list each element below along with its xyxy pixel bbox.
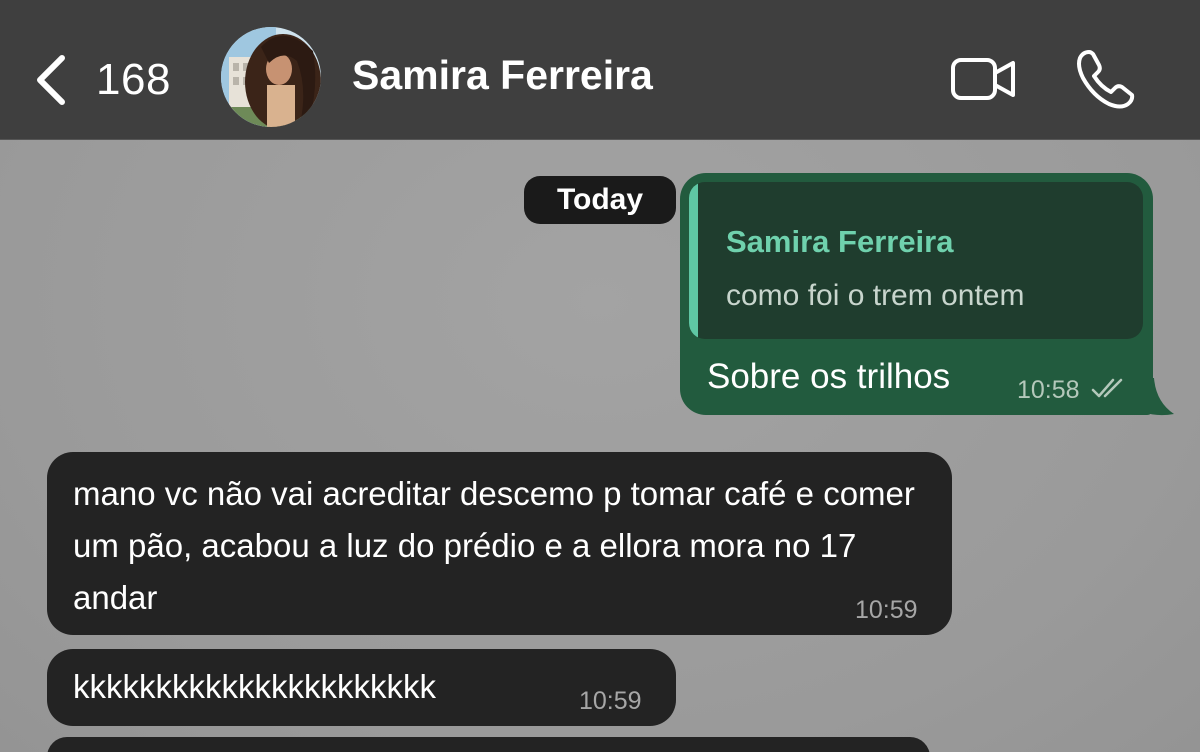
- message-time: 10:59: [579, 687, 642, 715]
- quote-text: como foi o trem ontem: [726, 279, 1025, 312]
- quoted-message[interactable]: Samira Ferreira como foi o trem ontem: [689, 182, 1143, 339]
- quote-author: Samira Ferreira: [726, 224, 954, 259]
- contact-name[interactable]: Samira Ferreira: [352, 52, 653, 99]
- message-text: kkkkkkkkkkkkkkkkkkkkkk: [73, 668, 436, 705]
- phone-icon: [1077, 50, 1135, 109]
- video-call-button[interactable]: [950, 55, 1018, 103]
- incoming-message-partial[interactable]: [47, 737, 930, 752]
- message-text: mano vc não vai acreditar descemo p toma…: [73, 475, 915, 616]
- unread-count: 168: [96, 55, 171, 104]
- outgoing-message[interactable]: Samira Ferreira como foi o trem ontem So…: [680, 173, 1153, 415]
- chat-screen: 168 Samira Ferreira Today Samira Ferreir…: [0, 0, 1200, 752]
- date-separator: Today: [524, 176, 676, 224]
- back-button[interactable]: 168: [32, 50, 171, 110]
- chat-header: 168 Samira Ferreira: [0, 0, 1200, 140]
- double-check-icon: [1091, 378, 1123, 398]
- avatar[interactable]: [221, 27, 321, 127]
- message-time: 10:58: [1017, 376, 1080, 404]
- voice-call-button[interactable]: [1075, 48, 1137, 110]
- message-text: Sobre os trilhos: [707, 357, 951, 396]
- chevron-left-icon: [37, 55, 65, 105]
- quote-accent-bar: [689, 182, 698, 339]
- message-time: 10:59: [855, 596, 918, 624]
- incoming-message[interactable]: mano vc não vai acreditar descemo p toma…: [47, 452, 952, 635]
- incoming-message[interactable]: kkkkkkkkkkkkkkkkkkkkkk 10:59: [47, 649, 676, 726]
- avatar-photo: [221, 27, 321, 127]
- video-camera-icon: [951, 58, 1015, 100]
